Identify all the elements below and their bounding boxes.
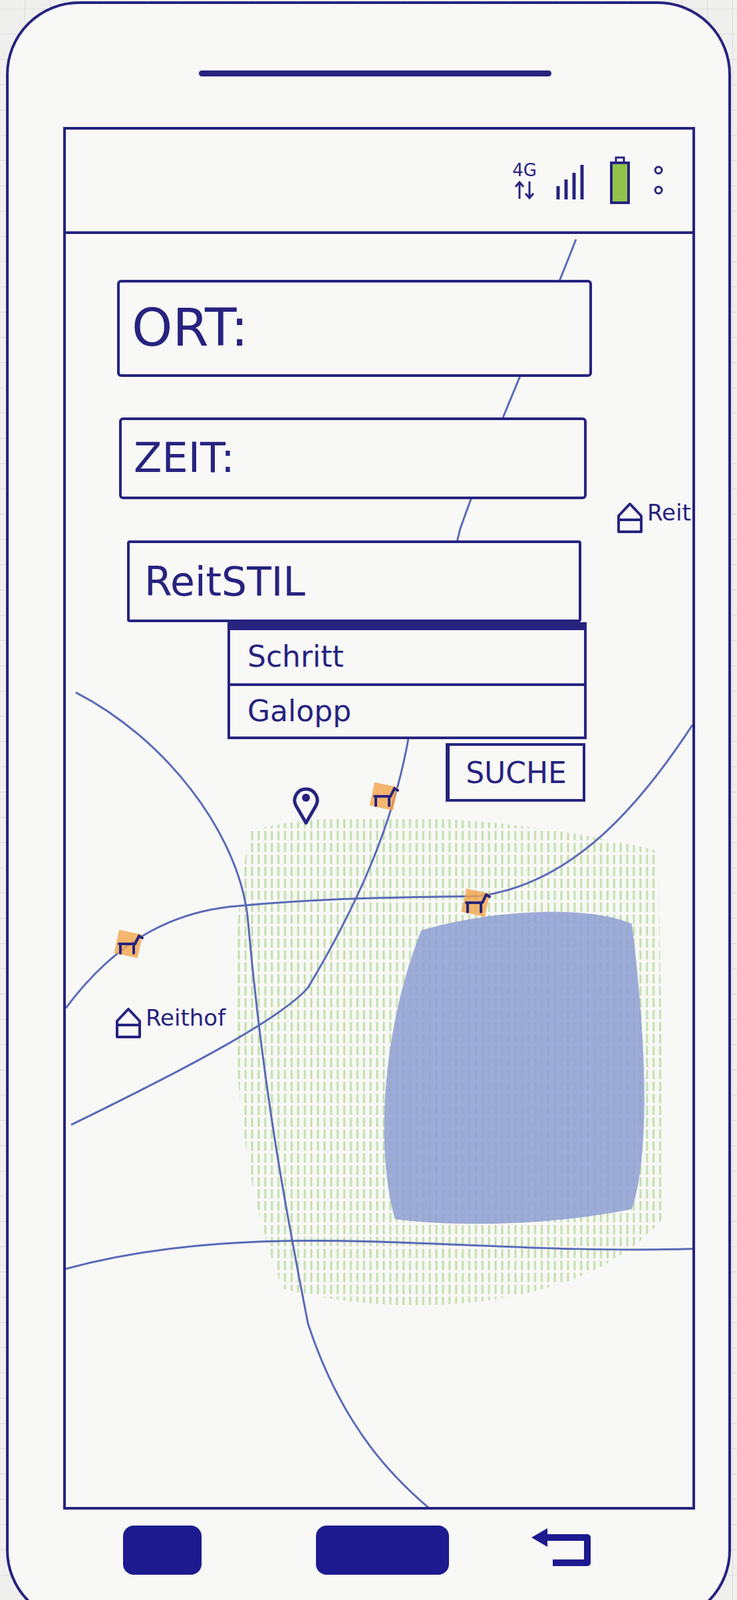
stable-place[interactable]: Reithof bbox=[113, 1005, 226, 1041]
map[interactable]: ReitReithofORT:ZEIT:ReitSTILSchrittGalop… bbox=[65, 234, 693, 1508]
location-pin-icon bbox=[289, 783, 323, 827]
dropdown-box[interactable]: ReitSTIL bbox=[127, 540, 582, 623]
status-bar: 4G bbox=[65, 129, 693, 235]
search-button[interactable]: SUCHE bbox=[445, 743, 586, 803]
search-form: ORT:ZEIT:ReitSTILSchrittGaloppSUCHE bbox=[65, 234, 693, 803]
stable-place[interactable]: Reit bbox=[615, 500, 692, 535]
network-indicator: 4G bbox=[512, 160, 537, 201]
dropdown-option[interactable]: Galopp bbox=[230, 683, 585, 737]
dropdown-option[interactable]: Schritt bbox=[230, 630, 585, 684]
place-label: Reit bbox=[647, 500, 692, 526]
horse-marker-icon[interactable] bbox=[455, 883, 496, 924]
stable-house-icon bbox=[113, 1005, 144, 1041]
back-arrow-icon[interactable] bbox=[526, 1526, 600, 1576]
screen: 4GReitReithofORT:ZEIT:ReitSTILSchrittGal… bbox=[63, 127, 696, 1511]
battery-icon bbox=[608, 156, 632, 206]
home-button[interactable] bbox=[315, 1526, 449, 1576]
speaker bbox=[198, 70, 552, 77]
riding-style-dropdown[interactable]: ReitSTILSchrittGalopp bbox=[127, 540, 582, 623]
recent-apps-button[interactable] bbox=[123, 1526, 202, 1576]
stable-house-icon bbox=[615, 500, 645, 535]
data-arrows-icon bbox=[513, 180, 537, 201]
dropdown-menu: SchrittGalopp bbox=[227, 622, 587, 740]
lake bbox=[384, 912, 645, 1225]
place-label: Reithof bbox=[145, 1006, 226, 1032]
horse-marker-1[interactable] bbox=[363, 776, 404, 817]
field-label: ZEIT: bbox=[133, 435, 235, 481]
field-label: ORT: bbox=[131, 299, 249, 358]
horse-marker-icon[interactable] bbox=[363, 776, 404, 817]
text-field[interactable]: ORT: bbox=[117, 280, 592, 378]
horse-marker-3[interactable] bbox=[108, 924, 149, 965]
text-field[interactable]: ZEIT: bbox=[119, 417, 587, 500]
network-label: 4G bbox=[512, 160, 537, 181]
dropdown-label: ReitSTIL bbox=[144, 560, 306, 604]
meadow bbox=[234, 817, 665, 1307]
paper-background: 4GReitReithofORT:ZEIT:ReitSTILSchrittGal… bbox=[0, 0, 737, 1600]
horse-marker-2[interactable] bbox=[455, 883, 496, 924]
current-location bbox=[289, 783, 323, 827]
nav-bar bbox=[8, 1526, 729, 1576]
horse-marker-icon[interactable] bbox=[108, 924, 149, 965]
signal-icon bbox=[554, 159, 592, 203]
menu-dots-icon[interactable] bbox=[648, 160, 669, 201]
phone-frame: 4GReitReithofORT:ZEIT:ReitSTILSchrittGal… bbox=[5, 1, 732, 1600]
